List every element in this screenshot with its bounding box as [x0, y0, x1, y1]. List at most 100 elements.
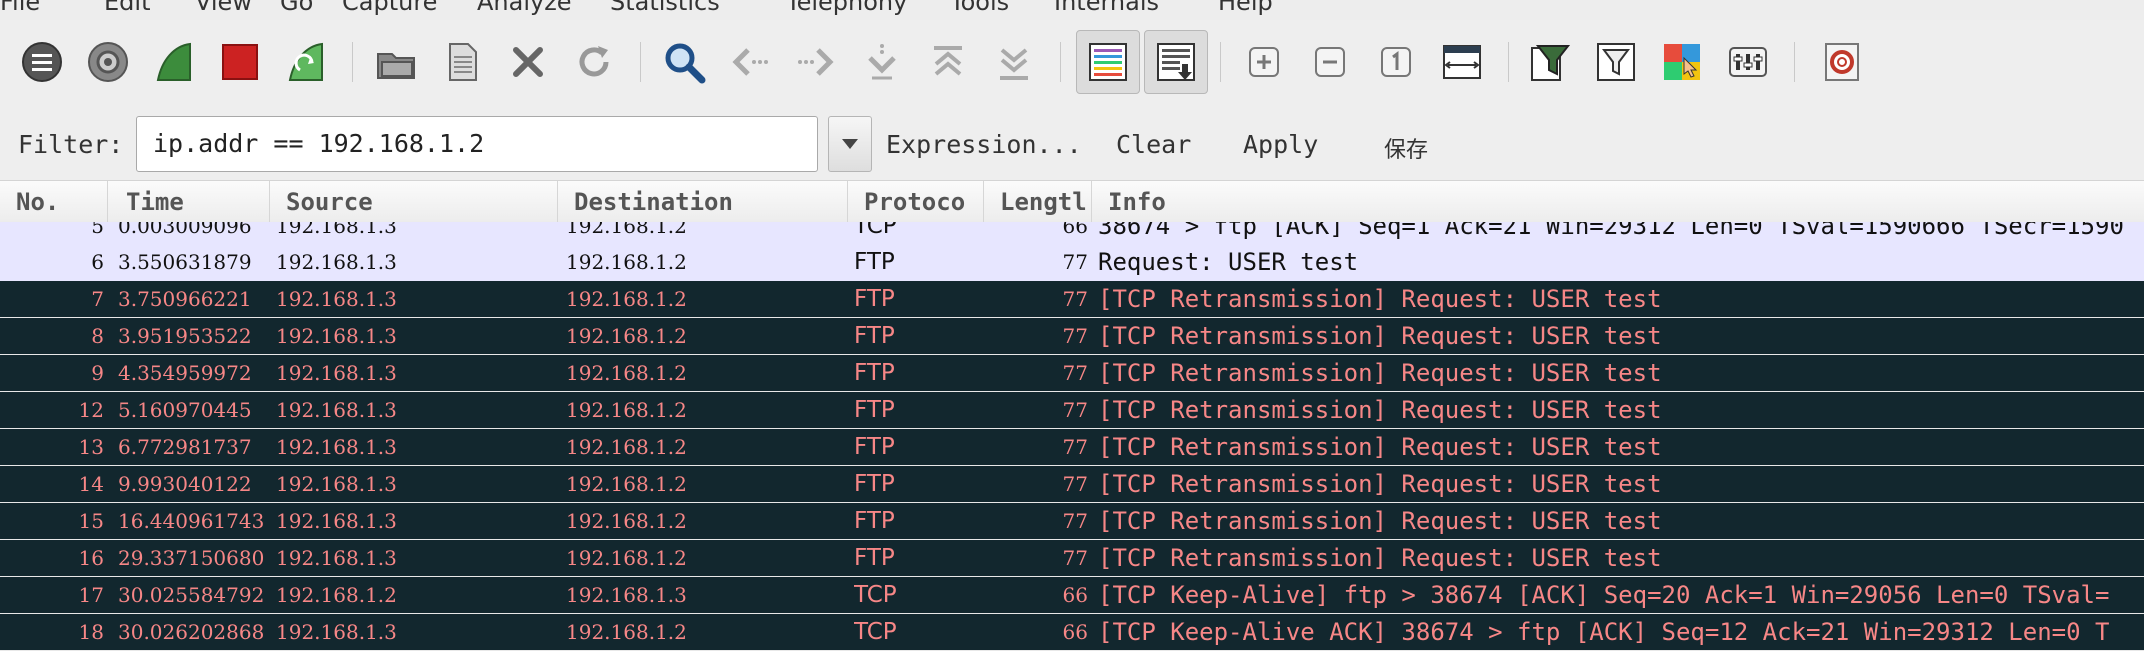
coloring-rules-icon[interactable]: [1654, 34, 1710, 90]
toolbar-separator: [1060, 42, 1061, 82]
packet-row[interactable]: 15 16.440961743 192.168.1.3 192.168.1.2 FTP 7…: [0, 503, 2144, 540]
autoscroll-icon[interactable]: [1144, 30, 1208, 94]
interface-list-icon[interactable]: [14, 34, 70, 90]
close-file-icon[interactable]: [500, 34, 556, 90]
packet-cell-len: 77: [1062, 509, 1088, 533]
packet-cell-time: 5.160970445: [118, 398, 252, 422]
stop-capture-icon[interactable]: [212, 34, 268, 90]
packet-cell-time: 29.337150680: [118, 546, 265, 570]
capture-filters-icon[interactable]: [1522, 34, 1578, 90]
packet-cell-len: 77: [1062, 472, 1088, 496]
go-forward-icon[interactable]: [788, 34, 844, 90]
packet-cell-dst: 192.168.1.2: [566, 620, 687, 644]
packet-row[interactable]: 17 30.025584792 192.168.1.2 192.168.1.3 TCP 6…: [0, 577, 2144, 614]
packet-cell-no: 7: [91, 287, 104, 311]
column-header-source[interactable]: Source: [270, 181, 558, 223]
column-header-destination[interactable]: Destination: [558, 181, 848, 223]
packet-cell-proto: FTP: [854, 508, 895, 534]
packet-cell-no: 12: [78, 398, 104, 422]
packet-row[interactable]: 13 6.772981737 192.168.1.3 192.168.1.2 FTP 77…: [0, 429, 2144, 466]
packet-row[interactable]: 18 30.026202868 192.168.1.3 192.168.1.2 TCP 6…: [0, 614, 2144, 651]
display-filters-icon[interactable]: [1588, 34, 1644, 90]
menu-analyze[interactable]: Analyze: [477, 0, 572, 16]
clear-button[interactable]: Clear: [1116, 130, 1191, 159]
packet-cell-time: 30.025584792: [118, 583, 265, 607]
menu-help[interactable]: Help: [1218, 0, 1273, 16]
go-to-packet-icon[interactable]: [854, 34, 910, 90]
packet-cell-time: 16.440961743: [118, 509, 265, 533]
save-filter-button[interactable]: 保存: [1384, 132, 1428, 164]
find-packet-icon[interactable]: [656, 34, 712, 90]
packet-cell-no: 13: [78, 435, 104, 459]
packet-cell-info: [TCP Retransmission] Request: USER test: [1098, 470, 1662, 498]
menu-go[interactable]: Go: [280, 0, 313, 16]
menu-telephony[interactable]: Telephony: [786, 0, 907, 16]
packet-cell-info: [TCP Retransmission] Request: USER test: [1098, 396, 1662, 424]
column-header-no[interactable]: No.: [0, 181, 108, 223]
toolbar-separator: [640, 42, 641, 82]
menu-statistics[interactable]: Statistics: [610, 0, 720, 16]
filter-history-dropdown[interactable]: [828, 116, 872, 172]
packet-row[interactable]: 8 3.951953522 192.168.1.3 192.168.1.2 FTP 77 […: [0, 318, 2144, 355]
go-back-icon[interactable]: [722, 34, 778, 90]
packet-row[interactable]: 7 3.750966221 192.168.1.3 192.168.1.2 FTP 77 […: [0, 281, 2144, 318]
menu-edit[interactable]: Edit: [104, 0, 150, 16]
toolbar-separator: [1220, 42, 1221, 82]
menu-internals[interactable]: Internals: [1054, 0, 1159, 16]
packet-cell-src: 192.168.1.2: [276, 583, 397, 607]
save-file-icon[interactable]: [434, 34, 490, 90]
packet-cell-src: 192.168.1.3: [276, 250, 397, 274]
colorize-icon[interactable]: [1076, 30, 1140, 94]
normal-size-icon[interactable]: [1368, 34, 1424, 90]
expression-button[interactable]: Expression...: [886, 130, 1082, 159]
apply-button[interactable]: Apply: [1243, 130, 1318, 159]
packet-cell-no: 18: [78, 620, 104, 644]
toolbar-separator: [1508, 42, 1509, 82]
column-header-length[interactable]: Lengtl: [984, 181, 1092, 223]
packet-cell-no: 9: [91, 361, 104, 385]
preferences-icon[interactable]: [1720, 34, 1776, 90]
menu-capture[interactable]: Capture: [342, 0, 437, 16]
display-filter-input[interactable]: ip.addr == 192.168.1.2: [136, 116, 818, 172]
chevron-down-icon: [842, 139, 858, 149]
packet-cell-info: Request: USER test: [1098, 248, 1359, 276]
packet-list-header: No. Time Source Destination Protoco Leng…: [0, 180, 2144, 224]
open-file-icon[interactable]: [368, 34, 424, 90]
filter-label: Filter:: [18, 130, 124, 159]
packet-cell-src: 192.168.1.3: [276, 324, 397, 348]
restart-capture-icon[interactable]: [278, 34, 334, 90]
resize-columns-icon[interactable]: [1434, 34, 1490, 90]
column-header-time[interactable]: Time: [108, 181, 270, 223]
zoom-out-icon[interactable]: [1302, 34, 1358, 90]
packet-cell-src: 192.168.1.3: [276, 361, 397, 385]
packet-list: No. Time Source Destination Protoco Leng…: [0, 180, 2144, 660]
help-icon[interactable]: [1814, 34, 1870, 90]
packet-cell-src: 192.168.1.3: [276, 435, 397, 459]
packet-cell-no: 17: [78, 583, 104, 607]
zoom-in-icon[interactable]: [1236, 34, 1292, 90]
menu-file[interactable]: File: [0, 0, 40, 16]
start-capture-icon[interactable]: [146, 34, 202, 90]
packet-row[interactable]: 12 5.160970445 192.168.1.3 192.168.1.2 FTP 77…: [0, 392, 2144, 429]
packet-row[interactable]: 16 29.337150680 192.168.1.3 192.168.1.2 FTP 7…: [0, 540, 2144, 577]
packet-cell-src: 192.168.1.3: [276, 222, 397, 238]
column-header-info[interactable]: Info: [1092, 181, 2144, 223]
packet-cell-dst: 192.168.1.2: [566, 509, 687, 533]
packet-cell-info: [TCP Retransmission] Request: USER test: [1098, 322, 1662, 350]
capture-options-icon[interactable]: [80, 34, 136, 90]
packet-row[interactable]: 9 4.354959972 192.168.1.3 192.168.1.2 FTP 77 […: [0, 355, 2144, 392]
reload-icon[interactable]: [566, 34, 622, 90]
packet-row[interactable]: 5 0.003009096 192.168.1.3 192.168.1.2 TCP 66 3…: [0, 222, 2144, 245]
menu-view[interactable]: View: [195, 0, 252, 16]
packet-cell-len: 77: [1062, 287, 1088, 311]
packet-row[interactable]: 14 9.993040122 192.168.1.3 192.168.1.2 FTP 77…: [0, 466, 2144, 503]
packet-cell-dst: 192.168.1.2: [566, 435, 687, 459]
column-header-protocol[interactable]: Protoco: [848, 181, 984, 223]
packet-row[interactable]: 6 3.550631879 192.168.1.3 192.168.1.2 FTP 77 R…: [0, 244, 2144, 281]
go-last-icon[interactable]: [986, 34, 1042, 90]
menu-tools[interactable]: Tools: [950, 0, 1009, 16]
packet-cell-dst: 192.168.1.2: [566, 250, 687, 274]
packet-cell-proto: FTP: [854, 360, 895, 386]
go-first-icon[interactable]: [920, 34, 976, 90]
packet-cell-src: 192.168.1.3: [276, 546, 397, 570]
